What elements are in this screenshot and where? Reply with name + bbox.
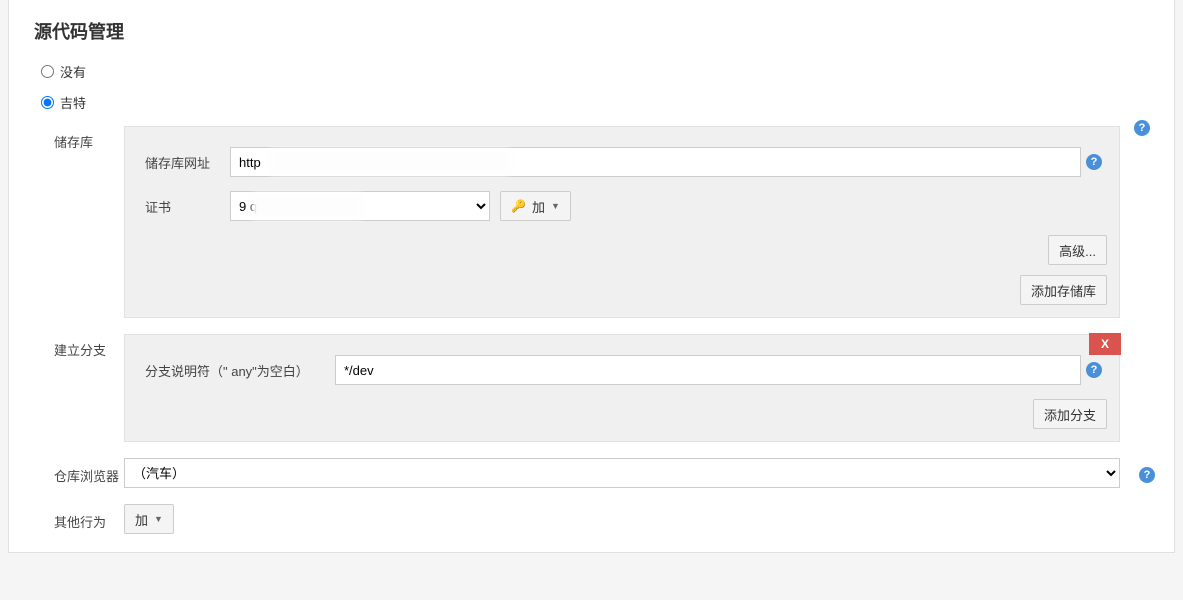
add-credentials-button[interactable]: 🔑 加 ▼	[500, 191, 571, 221]
repo-url-label: 储存库网址	[145, 153, 230, 172]
additional-block: 其他行为 加 ▼	[24, 496, 1164, 542]
add-behaviour-label: 加	[135, 510, 148, 529]
credentials-select[interactable]: 9 qq.com/******	[230, 191, 490, 221]
add-branch-button[interactable]: 添加分支	[1033, 399, 1107, 429]
scm-option-git[interactable]: 吉特	[24, 87, 1164, 118]
add-repository-button[interactable]: 添加存储库	[1020, 275, 1107, 305]
chevron-down-icon: ▼	[551, 201, 560, 211]
branch-specifier-row: 分支说明符（" any"为空白） ?	[145, 355, 1107, 385]
repo-url-row: 储存库网址 ?	[145, 147, 1107, 177]
additional-label: 其他行为	[24, 508, 124, 531]
section-title: 源代码管理	[24, 10, 1164, 56]
branch-specifier-label: 分支说明符（" any"为空白）	[145, 361, 335, 380]
branches-label: 建立分支	[24, 334, 124, 359]
help-icon[interactable]: ?	[1134, 120, 1150, 136]
help-icon[interactable]: ?	[1086, 362, 1102, 378]
branches-block: 建立分支 X 分支说明符（" any"为空白） ? 添加分支	[24, 326, 1164, 450]
repo-browser-label: 仓库浏览器	[24, 462, 124, 485]
repository-panel: 储存库网址 ? 证书 9	[124, 126, 1120, 318]
add-behaviour-button[interactable]: 加 ▼	[124, 504, 174, 534]
delete-branch-button[interactable]: X	[1089, 333, 1121, 355]
help-icon[interactable]: ?	[1139, 467, 1155, 483]
credentials-label: 证书	[145, 197, 230, 216]
branch-panel: X 分支说明符（" any"为空白） ? 添加分支	[124, 334, 1120, 442]
scm-radio-git[interactable]	[41, 96, 54, 109]
add-credentials-label: 加	[532, 197, 545, 216]
repositories-label: 储存库	[24, 126, 124, 151]
repositories-block: 储存库 ? 储存库网址 ? 证书	[24, 118, 1164, 326]
scm-radio-none-label: 没有	[60, 62, 86, 81]
scm-radio-git-label: 吉特	[60, 93, 86, 112]
key-icon: 🔑	[511, 199, 526, 213]
repo-browser-block: 仓库浏览器 （汽车） ?	[24, 450, 1164, 496]
advanced-button[interactable]: 高级...	[1048, 235, 1107, 265]
repo-browser-select[interactable]: （汽车）	[124, 458, 1120, 488]
scm-option-none[interactable]: 没有	[24, 56, 1164, 87]
repo-url-input[interactable]	[230, 147, 1081, 177]
credentials-row: 证书 9 qq.com/****** 🔑 加	[145, 191, 1107, 221]
branch-specifier-input[interactable]	[335, 355, 1081, 385]
chevron-down-icon: ▼	[154, 514, 163, 524]
scm-section: 源代码管理 没有 吉特 储存库 ? 储存库网址 ?	[8, 0, 1175, 553]
help-icon[interactable]: ?	[1086, 154, 1102, 170]
scm-radio-none[interactable]	[41, 65, 54, 78]
